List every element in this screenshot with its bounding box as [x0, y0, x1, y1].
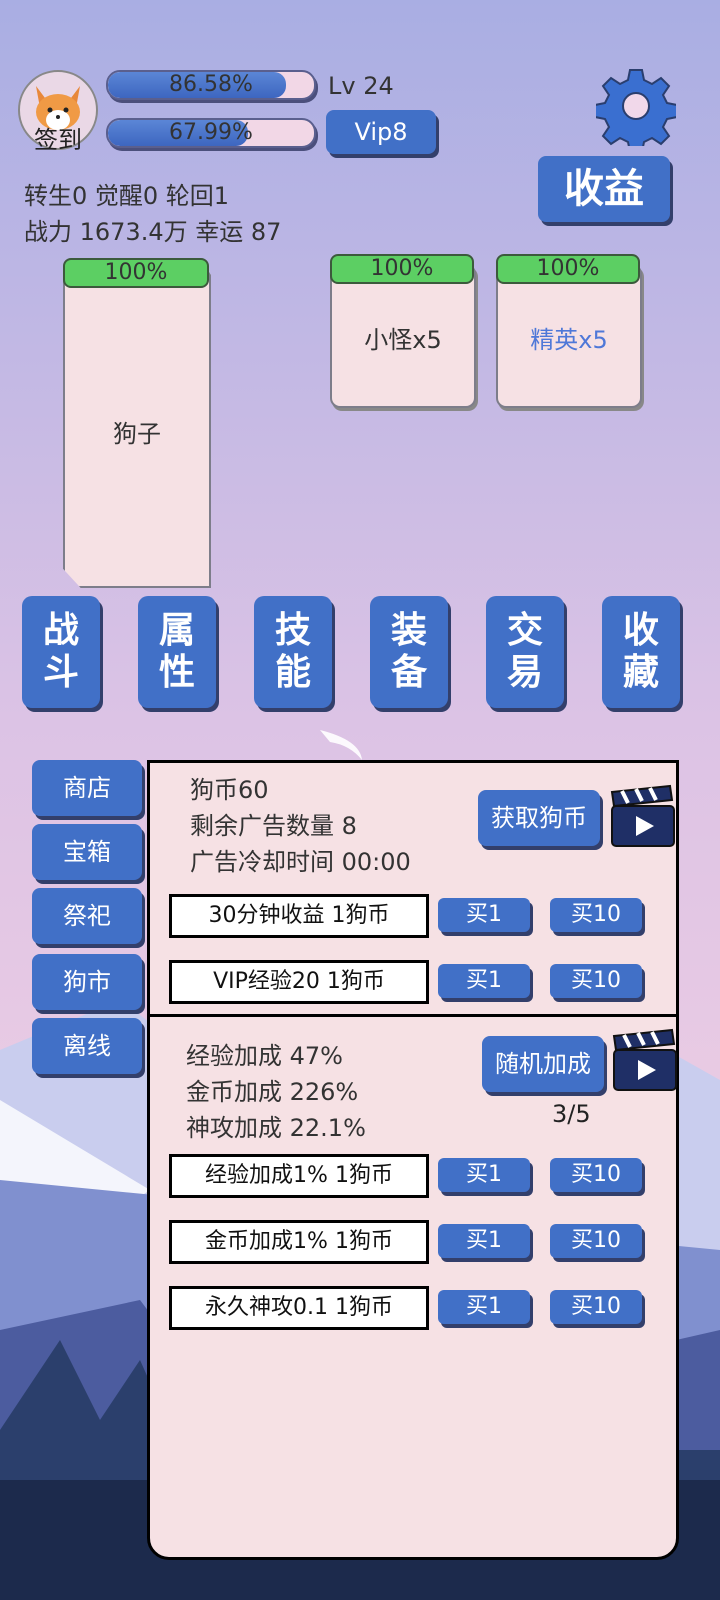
level-label: Lv 24	[328, 72, 394, 100]
buy10-gold-bonus-button[interactable]: 买10	[550, 1224, 642, 1258]
bonus-item-exp: 经验加成1% 1狗币	[169, 1154, 429, 1198]
random-bonus-count: 3/5	[552, 1100, 591, 1128]
bonus-item-gold: 金币加成1% 1狗币	[169, 1220, 429, 1264]
settings-gear-icon[interactable]	[594, 66, 678, 153]
vip-button[interactable]: Vip8	[326, 110, 436, 154]
gold-bonus: 金币加成 226%	[186, 1078, 359, 1106]
get-coins-button[interactable]: 获取狗币	[478, 790, 600, 846]
sidebar-offline-button[interactable]: 离线	[32, 1018, 142, 1074]
enemy-card-elite[interactable]: 精英x5	[496, 264, 642, 408]
exp-progress-text: 86.58%	[169, 72, 253, 97]
ad-cooldown: 广告冷却时间 00:00	[190, 848, 411, 876]
buy1-vip-exp-button[interactable]: 买1	[438, 964, 530, 998]
nav-battle-button[interactable]: 战 斗	[22, 596, 100, 708]
market-item-earnings: 30分钟收益 1狗币	[169, 894, 429, 938]
sidebar-sacrifice-button[interactable]: 祭祀	[32, 888, 142, 944]
nav-collection-char2: 藏	[622, 652, 659, 693]
power-luck-stats: 战力 1673.4万 幸运 87	[24, 218, 282, 246]
random-bonus-button[interactable]: 随机加成	[482, 1036, 604, 1092]
earnings-button[interactable]: 收益	[538, 156, 670, 222]
vip-progress-bar: 67.99%	[106, 118, 316, 148]
nav-attributes-button[interactable]: 属 性	[138, 596, 216, 708]
nav-skills-char1: 技	[274, 610, 311, 651]
buy1-earnings-button[interactable]: 买1	[438, 898, 530, 932]
nav-trade-char2: 易	[506, 652, 543, 693]
buy1-attack-bonus-button[interactable]: 买1	[438, 1290, 530, 1324]
checkin-label: 签到	[34, 126, 82, 154]
nav-equipment-button[interactable]: 装 备	[370, 596, 448, 708]
enemy-hp-bar-minion: 100%	[330, 254, 474, 284]
sidebar-dog-market-button[interactable]: 狗市	[32, 954, 142, 1010]
exp-progress-bar: 86.58%	[106, 70, 316, 100]
nav-skills-button[interactable]: 技 能	[254, 596, 332, 708]
rebirth-stats: 转生0 觉醒0 轮回1	[24, 182, 230, 210]
buy10-exp-bonus-button[interactable]: 买10	[550, 1158, 642, 1192]
sidebar-shop-button[interactable]: 商店	[32, 760, 142, 816]
nav-battle-char1: 战	[42, 610, 79, 651]
nav-skills-char2: 能	[274, 652, 311, 693]
buy10-vip-exp-button[interactable]: 买10	[550, 964, 642, 998]
player-name: 狗子	[113, 420, 161, 448]
avatar-checkin[interactable]: 签到	[18, 70, 98, 154]
attack-bonus: 神攻加成 22.1%	[186, 1114, 366, 1142]
exp-bonus: 经验加成 47%	[186, 1042, 343, 1070]
nav-trade-button[interactable]: 交 易	[486, 596, 564, 708]
nav-collection-char1: 收	[622, 610, 659, 651]
buy10-attack-bonus-button[interactable]: 买10	[550, 1290, 642, 1324]
sidebar-chest-button[interactable]: 宝箱	[32, 824, 142, 880]
vip-progress-text: 67.99%	[169, 120, 253, 145]
nav-trade-char1: 交	[506, 610, 543, 651]
enemy-card-minion[interactable]: 小怪x5	[330, 264, 476, 408]
buy1-exp-bonus-button[interactable]: 买1	[438, 1158, 530, 1192]
bonus-item-attack: 永久神攻0.1 1狗币	[169, 1286, 429, 1330]
nav-equipment-char1: 装	[390, 610, 427, 651]
market-item-vip-exp: VIP经验20 1狗币	[169, 960, 429, 1004]
nav-collection-button[interactable]: 收 藏	[602, 596, 680, 708]
enemy-name-elite: 精英x5	[530, 326, 608, 354]
nav-attributes-char2: 性	[158, 652, 195, 693]
video-ad-icon[interactable]	[610, 784, 676, 848]
player-hp-bar: 100%	[63, 258, 209, 288]
enemy-name-minion: 小怪x5	[364, 326, 442, 354]
coin-balance: 狗币60	[190, 776, 269, 804]
buy10-earnings-button[interactable]: 买10	[550, 898, 642, 932]
nav-attributes-char1: 属	[158, 610, 195, 651]
player-card: 狗子	[63, 268, 211, 588]
panel-divider	[147, 1014, 679, 1017]
enemy-hp-bar-elite: 100%	[496, 254, 640, 284]
video-ad-icon[interactable]	[612, 1028, 678, 1092]
nav-equipment-char2: 备	[390, 652, 427, 693]
nav-battle-char2: 斗	[42, 652, 79, 693]
ads-remaining: 剩余广告数量 8	[190, 812, 357, 840]
buy1-gold-bonus-button[interactable]: 买1	[438, 1224, 530, 1258]
